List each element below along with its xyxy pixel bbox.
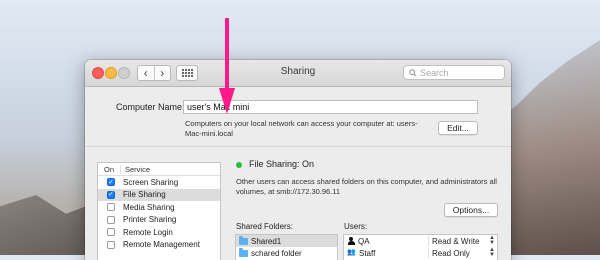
folder-row[interactable]: schared folder: [236, 247, 337, 259]
user-name-cell: 👥 Staff: [344, 249, 428, 258]
permission-value: Read & Write: [432, 236, 480, 246]
shared-folders-label: Shared Folders:: [236, 222, 293, 231]
folder-icon: [239, 235, 248, 245]
options-button[interactable]: Options...: [444, 203, 498, 217]
title-bar: ‹ › Sharing Search: [85, 60, 511, 87]
services-list: On Service ✓ Screen Sharing ✓ File Shari…: [97, 162, 221, 260]
service-row-file-sharing[interactable]: ✓ File Sharing: [98, 188, 220, 201]
service-row-media-sharing[interactable]: Media Sharing: [98, 201, 220, 214]
user-row[interactable]: QA Read & Write ▲ ▼: [344, 235, 497, 247]
file-sharing-status: File Sharing: On: [249, 159, 315, 169]
service-label: Printer Sharing: [123, 215, 177, 225]
user-row[interactable]: 👥 Staff Read Only ▲ ▼: [344, 247, 497, 259]
chevron-updown-icon: ▲ ▼: [489, 235, 495, 246]
checkbox-remote-management[interactable]: [107, 240, 115, 249]
service-row-remote-management[interactable]: Remote Management: [98, 239, 220, 252]
folder-row[interactable]: Shared1: [236, 235, 337, 247]
service-label: Media Sharing: [123, 202, 175, 212]
services-header: On Service: [98, 163, 220, 176]
service-label: Screen Sharing: [123, 177, 179, 187]
computer-name-label: Computer Name:: [116, 102, 185, 112]
permission-popup[interactable]: Read & Write ▲ ▼: [428, 235, 497, 246]
service-row-screen-sharing[interactable]: ✓ Screen Sharing: [98, 176, 220, 189]
shared-folders-list: Shared1 schared folder: [235, 234, 338, 260]
search-field[interactable]: Search: [403, 65, 505, 80]
checkbox-printer-sharing[interactable]: [107, 215, 115, 224]
users-list: QA Read & Write ▲ ▼ 👥 Staff Read Only ▲ ▼: [343, 234, 498, 260]
edit-button[interactable]: Edit...: [438, 121, 478, 135]
service-row-printer-sharing[interactable]: Printer Sharing: [98, 214, 220, 227]
status-indicator-icon: [236, 162, 242, 168]
folder-name: Shared1: [251, 236, 282, 246]
folder-icon: [239, 247, 248, 257]
service-label: File Sharing: [123, 190, 166, 200]
folder-name: schared folder: [251, 248, 302, 258]
computer-name-info: Computers on your local network can acce…: [185, 119, 418, 138]
service-row-remote-login[interactable]: Remote Login: [98, 226, 220, 239]
user-name: Staff: [359, 248, 376, 258]
sharing-window: ‹ › Sharing Search Computer Name: user's…: [85, 60, 511, 260]
person-icon: [347, 237, 355, 245]
checkbox-media-sharing[interactable]: [107, 203, 115, 212]
checkbox-remote-login[interactable]: [107, 228, 115, 237]
chevron-updown-icon: ▲ ▼: [489, 247, 495, 258]
annotation-arrow-icon: [219, 18, 235, 114]
permission-value: Read Only: [432, 248, 470, 258]
column-service[interactable]: Service: [120, 164, 150, 174]
file-sharing-description: Other users can access shared folders on…: [236, 177, 497, 196]
service-label: Remote Login: [123, 227, 173, 237]
user-name: QA: [358, 236, 370, 246]
users-label: Users:: [344, 222, 368, 231]
column-on[interactable]: On: [98, 165, 120, 174]
checkbox-file-sharing[interactable]: ✓: [107, 190, 115, 199]
search-icon: [409, 68, 417, 77]
permission-popup[interactable]: Read Only ▲ ▼: [428, 247, 497, 258]
search-placeholder: Search: [420, 67, 449, 78]
checkbox-screen-sharing[interactable]: ✓: [107, 178, 115, 187]
divider: [85, 146, 511, 147]
service-label: Remote Management: [123, 240, 200, 250]
user-name-cell: QA: [344, 237, 428, 246]
group-icon: 👥: [347, 249, 356, 256]
